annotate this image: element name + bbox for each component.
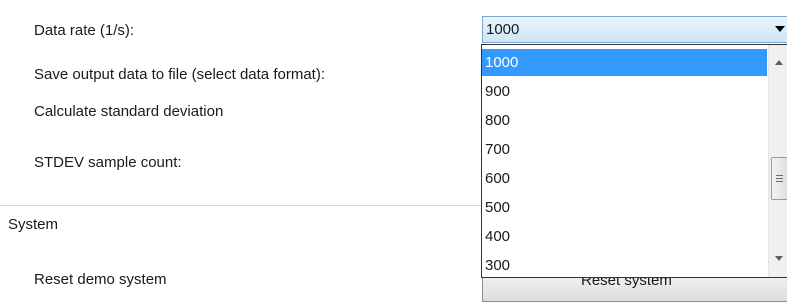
grip-line-icon	[776, 181, 783, 182]
data-rate-dropdown-list[interactable]: 1000 900 800 700 600 500 400 300	[481, 44, 787, 278]
dropdown-option-900[interactable]: 900	[482, 78, 767, 105]
scroll-down-arrow-icon[interactable]	[775, 256, 783, 261]
scroll-up-arrow-icon[interactable]	[775, 60, 783, 65]
save-output-label: Save output data to file (select data fo…	[34, 66, 325, 83]
reset-demo-label: Reset demo system	[34, 271, 167, 288]
std-dev-label: Calculate standard deviation	[34, 103, 224, 120]
grip-line-icon	[776, 178, 783, 179]
data-rate-label: Data rate (1/s):	[34, 22, 135, 39]
dropdown-option-600[interactable]: 600	[482, 165, 767, 192]
dropdown-scrollbar[interactable]	[768, 45, 787, 277]
dropdown-option-1000[interactable]: 1000	[482, 49, 767, 76]
data-rate-combobox-value: 1000	[486, 21, 520, 38]
scrollbar-thumb[interactable]	[771, 157, 787, 200]
chevron-down-icon[interactable]	[775, 26, 785, 32]
dropdown-option-500[interactable]: 500	[482, 194, 767, 221]
dropdown-option-300[interactable]: 300	[482, 252, 767, 279]
dropdown-option-400[interactable]: 400	[482, 223, 767, 250]
stdev-count-label: STDEV sample count:	[34, 154, 182, 171]
system-group-divider	[0, 205, 482, 206]
dropdown-option-700[interactable]: 700	[482, 136, 767, 163]
dropdown-option-800[interactable]: 800	[482, 107, 767, 134]
data-rate-combobox[interactable]: 1000	[482, 16, 787, 43]
system-group-title: System	[8, 216, 59, 233]
grip-line-icon	[776, 175, 783, 176]
